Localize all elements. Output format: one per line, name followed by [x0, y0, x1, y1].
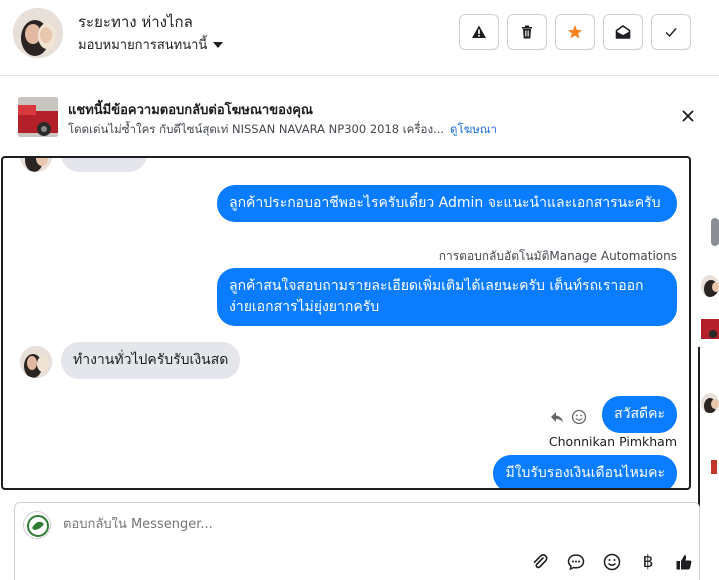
smiley-icon [603, 553, 621, 571]
reply-composer: ฿ [14, 502, 700, 580]
outgoing-message[interactable]: สวัสดีคะ [602, 396, 677, 433]
composer-toolbar: ฿ [529, 551, 695, 573]
contact-avatar[interactable] [13, 8, 63, 58]
incoming-message-clipped [61, 158, 147, 172]
contact-avatar-small [701, 275, 719, 297]
saved-replies-button[interactable] [565, 551, 587, 573]
status-marker [711, 460, 717, 474]
chat-bubble-icon [567, 554, 585, 571]
thumbs-up-icon [676, 555, 692, 570]
emoji-button[interactable] [601, 551, 623, 573]
attachment-button[interactable] [529, 551, 551, 573]
like-button[interactable] [673, 551, 695, 573]
message-actions [549, 409, 587, 425]
ad-reply-banner: แชทนี้มีข้อความตอบกลับต่อโฆษณาของคุณ โดด… [0, 77, 719, 155]
incoming-message[interactable]: ทำงานทั่วไปครับรับเงินสด [61, 342, 241, 379]
close-banner-button[interactable] [679, 107, 697, 125]
mark-done-button[interactable] [651, 14, 691, 50]
star-icon [567, 25, 583, 39]
emoji-react-icon[interactable] [571, 409, 587, 425]
payment-button[interactable]: ฿ [637, 551, 659, 573]
ad-banner-title: แชทนี้มีข้อความตอบกลับต่อโฆษณาของคุณ [68, 103, 313, 118]
caret-down-icon [213, 41, 224, 48]
envelope-open-icon [615, 25, 631, 39]
assign-conversation-dropdown[interactable]: มอบหมายการสนทนานี้ [78, 34, 224, 55]
trash-icon [522, 25, 532, 39]
contact-name[interactable]: ระยะทาง ห่างไกล [78, 10, 193, 34]
close-icon [682, 110, 694, 122]
outgoing-message[interactable]: ลูกค้าสนใจสอบถามรายละเอียดเพิ่มเติมได้เล… [217, 268, 677, 326]
contact-avatar-small [20, 158, 52, 172]
ad-banner-description: โดดเด่นไม่ซ้ำใคร กับดีไซน์สุดเท่ NISSAN … [68, 121, 497, 139]
contact-avatar-small [20, 346, 52, 378]
ad-thumbnail-small [701, 319, 719, 339]
message-thread[interactable]: ลูกค้าประกอบอาชีพอะไรครับเดี๋ยว Admin จะ… [1, 156, 691, 490]
baht-icon: ฿ [642, 552, 654, 572]
manage-automations-link[interactable]: Manage Automations [549, 249, 677, 263]
reply-icon[interactable] [549, 409, 565, 425]
conversation-header: ระยะทาง ห่างไกล มอบหมายการสนทนานี้ [0, 0, 719, 76]
outgoing-message[interactable]: มีใบรับรองเงินเดือนไหมคะ [493, 455, 677, 488]
sender-name: Chonnikan Pimkham [548, 434, 677, 449]
contact-avatar-small [701, 393, 719, 413]
assign-label: มอบหมายการสนทนานี้ [78, 38, 208, 53]
paperclip-icon [533, 554, 548, 569]
inbox-conversation-view: ระยะทาง ห่างไกล มอบหมายการสนทนานี้ แชทนี… [0, 0, 719, 580]
scrollbar-thumb[interactable] [711, 218, 719, 246]
conversation-toolbar [459, 14, 691, 50]
view-ad-link[interactable]: ดูโฆษณา [450, 122, 497, 136]
page-logo-avatar [23, 511, 51, 539]
mark-spam-button[interactable] [459, 14, 499, 50]
outgoing-message[interactable]: ลูกค้าประกอบอาชีพอะไรครับเดี๋ยว Admin จะ… [217, 185, 677, 222]
auto-reply-meta: การตอบกลับอัตโนมัติManage Automations [439, 247, 677, 266]
ad-thumbnail[interactable] [18, 97, 58, 137]
mark-unread-button[interactable] [603, 14, 643, 50]
auto-reply-label: การตอบกลับอัตโนมัติ [438, 249, 550, 263]
check-icon [665, 28, 677, 38]
ad-description-text: โดดเด่นไม่ซ้ำใคร กับดีไซน์สุดเท่ NISSAN … [68, 122, 445, 136]
star-button[interactable] [555, 14, 595, 50]
delete-button[interactable] [507, 14, 547, 50]
reply-input[interactable] [63, 517, 463, 532]
warning-icon [472, 25, 486, 38]
